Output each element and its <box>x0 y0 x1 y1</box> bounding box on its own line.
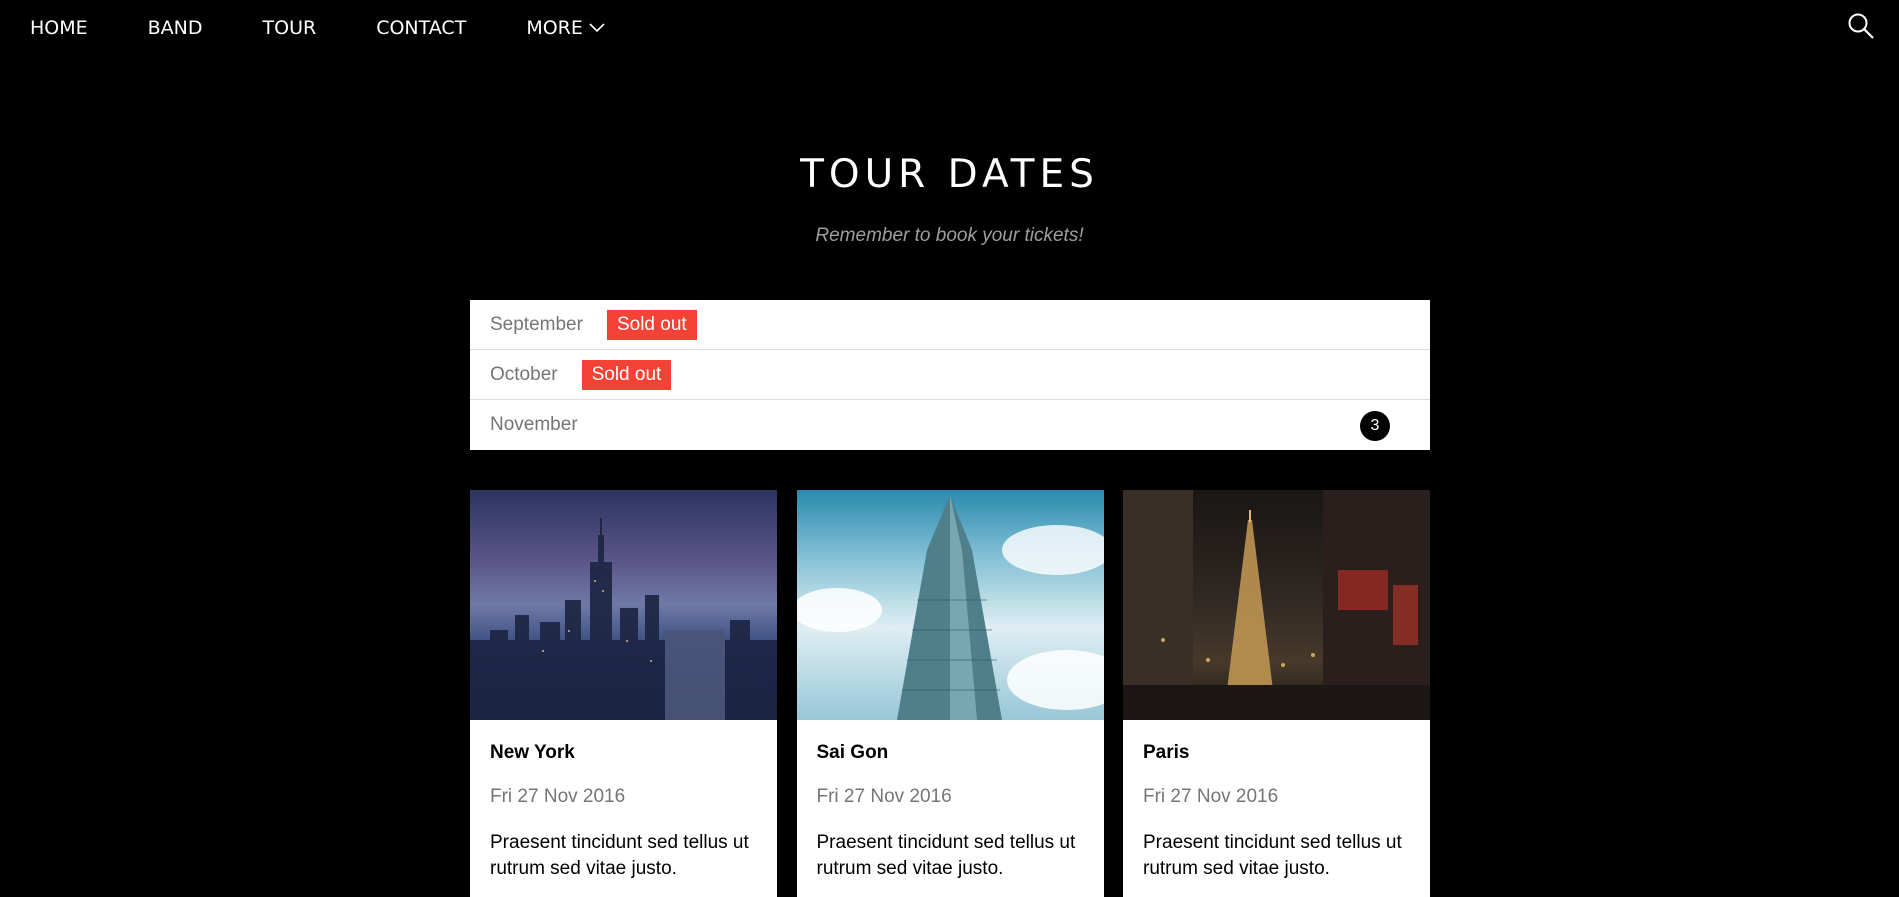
city-image-sai-gon <box>796 490 1104 720</box>
page-subtitle: Remember to book your tickets! <box>815 225 1084 246</box>
sold-out-badge: Sold out <box>581 359 672 390</box>
card-description: Praesent tincidunt sed tellus ut rutrum … <box>1143 832 1402 879</box>
card-date: Fri 27 Nov 2016 <box>490 786 626 807</box>
card-city: New York <box>490 742 575 763</box>
page-title: TOUR DATES <box>800 152 1099 197</box>
card-city: Paris <box>1143 742 1190 763</box>
city-image-new-york <box>470 490 777 720</box>
tour-cards: New York Fri 27 Nov 2016 Praesent tincid… <box>470 490 1430 897</box>
nav-more[interactable]: MORE <box>496 0 635 56</box>
nav-tour-label: TOUR <box>262 17 317 39</box>
sold-out-badge: Sold out <box>606 309 697 340</box>
main-nav: HOME BAND TOUR CONTACT MORE <box>0 0 1899 56</box>
card-city: Sai Gon <box>816 742 889 763</box>
nav-home-label: HOME <box>30 17 88 39</box>
tour-card: Sai Gon Fri 27 Nov 2016 Praesent tincidu… <box>796 490 1104 897</box>
nav-band-label: BAND <box>147 17 203 39</box>
card-description: Praesent tincidunt sed tellus ut rutrum … <box>490 832 749 879</box>
city-image-paris <box>1123 490 1430 720</box>
month-list: September Sold out October Sold out Nove… <box>470 300 1430 450</box>
card-description: Praesent tincidunt sed tellus ut rutrum … <box>816 832 1076 879</box>
count-badge: 3 <box>1360 411 1390 441</box>
header: HOME BAND TOUR CONTACT MORE <box>0 0 1899 56</box>
chevron-down-icon <box>589 23 605 33</box>
search-button[interactable] <box>1845 12 1877 44</box>
card-date: Fri 27 Nov 2016 <box>1143 786 1279 807</box>
card-date: Fri 27 Nov 2016 <box>816 786 952 807</box>
nav-more-label: MORE <box>526 17 583 39</box>
list-item: October Sold out <box>470 350 1430 400</box>
search-icon <box>1847 12 1875 45</box>
nav-contact-label: CONTACT <box>376 17 467 39</box>
month-name: September <box>490 313 583 335</box>
month-name: October <box>490 363 558 385</box>
list-item: September Sold out <box>470 300 1430 350</box>
list-item: November 3 <box>470 400 1430 450</box>
month-name: November <box>490 414 578 435</box>
nav-contact[interactable]: CONTACT <box>346 0 496 56</box>
nav-home[interactable]: HOME <box>0 0 118 56</box>
nav-band[interactable]: BAND <box>118 0 233 56</box>
tour-card: New York Fri 27 Nov 2016 Praesent tincid… <box>470 490 777 897</box>
nav-tour[interactable]: TOUR <box>233 0 347 56</box>
tour-card: Paris Fri 27 Nov 2016 Praesent tincidunt… <box>1123 490 1430 897</box>
